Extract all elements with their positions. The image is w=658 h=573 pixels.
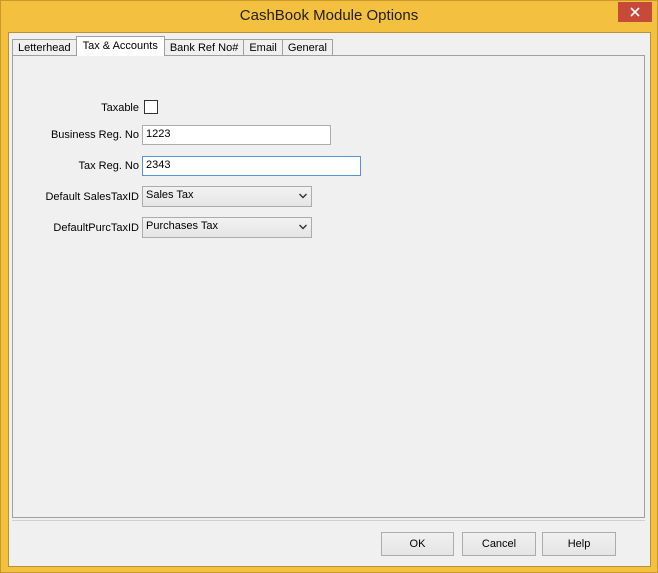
title-bar[interactable]: CashBook Module Options xyxy=(1,1,657,32)
window-title: CashBook Module Options xyxy=(239,7,419,24)
help-button[interactable]: Help xyxy=(542,532,616,556)
default-sales-tax-value: Sales Tax xyxy=(146,189,194,201)
default-purc-tax-value: Purchases Tax xyxy=(146,220,218,232)
default-purc-tax-label: DefaultPurcTaxID xyxy=(53,222,139,234)
tab-general[interactable]: General xyxy=(281,39,333,56)
taxable-checkbox[interactable] xyxy=(144,100,158,114)
close-button[interactable] xyxy=(618,2,652,22)
default-sales-tax-label: Default SalesTaxID xyxy=(45,191,139,203)
close-icon xyxy=(630,7,640,17)
ok-button[interactable]: OK xyxy=(381,532,454,556)
tab-email[interactable]: Email xyxy=(243,39,283,56)
footer-divider xyxy=(12,520,645,521)
tab-tax-accounts[interactable]: Tax & Accounts xyxy=(75,36,165,56)
dialog-client-area: Letterhead Tax & Accounts Bank Ref No# E… xyxy=(8,32,651,567)
default-purc-tax-select[interactable]: Purchases Tax xyxy=(142,217,312,238)
default-sales-tax-select[interactable]: Sales Tax xyxy=(142,186,312,207)
tax-reg-label: Tax Reg. No xyxy=(78,160,139,172)
tab-bank-ref-no[interactable]: Bank Ref No# xyxy=(163,39,245,56)
tab-letterhead[interactable]: Letterhead xyxy=(12,39,77,56)
tax-reg-field[interactable]: 2343 xyxy=(142,156,361,176)
business-reg-field[interactable]: 1223 xyxy=(142,125,331,145)
chevron-down-icon xyxy=(299,193,307,199)
dialog-window: CashBook Module Options Letterhead Tax &… xyxy=(0,0,658,573)
tax-accounts-panel: Taxable Business Reg. No 1223 Tax Reg. N… xyxy=(12,55,645,518)
business-reg-label: Business Reg. No xyxy=(50,129,139,141)
taxable-label: Taxable xyxy=(101,102,139,114)
chevron-down-icon xyxy=(299,224,307,230)
tab-strip: Letterhead Tax & Accounts Bank Ref No# E… xyxy=(12,36,333,56)
cancel-button[interactable]: Cancel xyxy=(462,532,536,556)
